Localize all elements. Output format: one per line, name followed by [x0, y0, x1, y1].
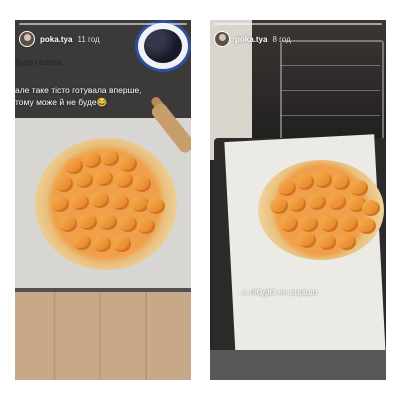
oven-rack [280, 40, 384, 144]
story-header[interactable]: poka.tya 8 год [214, 28, 291, 50]
wooden-floor [15, 292, 191, 380]
story-right[interactable]: poka.tya 8 год а лЮдЮ не вирішо [210, 20, 386, 380]
oven-door [210, 350, 386, 380]
caption-line-1: буде галета [15, 57, 62, 67]
story-header[interactable]: poka.tya 11 год [19, 28, 100, 50]
post-time: 8 год [272, 34, 291, 44]
avatar[interactable] [214, 31, 230, 47]
avatar[interactable] [19, 31, 35, 47]
post-time: 11 год [77, 34, 100, 44]
username[interactable]: poka.tya [40, 35, 72, 44]
blueberry-bowl [135, 20, 191, 72]
caption-line-3: тому може й не буде😂 [15, 97, 108, 107]
username[interactable]: poka.tya [235, 35, 267, 44]
story-left[interactable]: poka.tya 11 год буде галета але таке тіс… [15, 20, 191, 380]
story-progress-bar [19, 23, 187, 25]
galette [258, 160, 384, 260]
caption-line-1: а лЮдЮ не вирішо [242, 287, 318, 297]
galette [35, 138, 177, 270]
story-progress-bar [214, 23, 382, 25]
caption-line-2: але таке тісто готувала вперше, [15, 85, 142, 95]
